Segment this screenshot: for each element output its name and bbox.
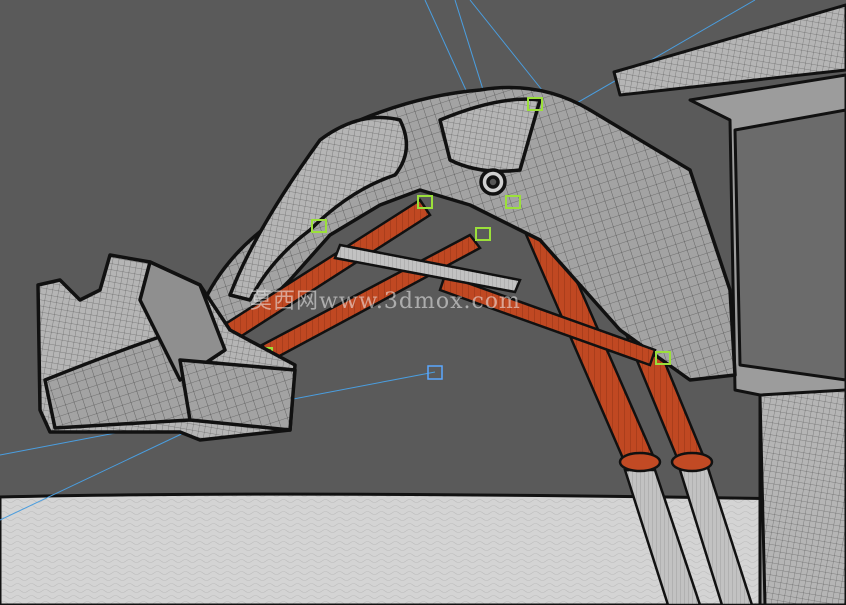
3d-viewport[interactable]: 莫西网www.3dmox.com [0,0,846,605]
excavator-arm-render [0,0,846,605]
